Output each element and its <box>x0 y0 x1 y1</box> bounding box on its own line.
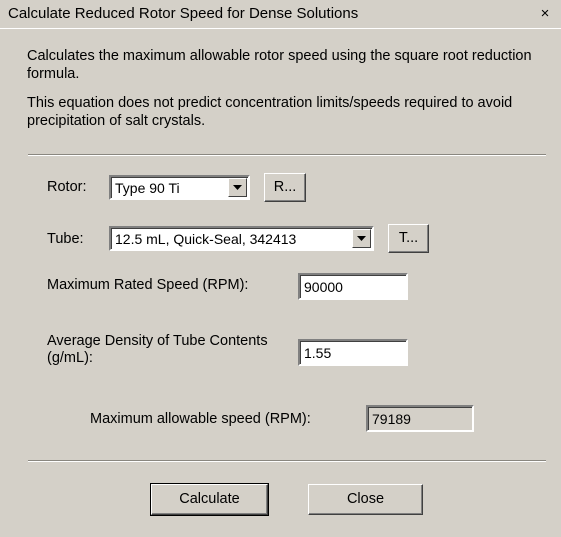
max-allowable-speed-label: Maximum allowable speed (RPM): <box>90 411 311 427</box>
max-rated-speed-label: Maximum Rated Speed (RPM): <box>47 277 249 293</box>
rotor-browse-button[interactable]: R... <box>264 173 306 202</box>
tube-select[interactable]: 12.5 mL, Quick-Seal, 342413 <box>109 226 374 251</box>
separator-top <box>28 154 546 156</box>
tube-browse-button[interactable]: T... <box>388 224 429 253</box>
calculate-button[interactable]: Calculate <box>150 483 269 516</box>
rotor-label: Rotor: <box>47 179 87 195</box>
chevron-down-icon <box>233 185 242 190</box>
max-rated-speed-field[interactable] <box>298 273 408 300</box>
rotor-select[interactable]: Type 90 Ti <box>109 175 250 200</box>
tube-dropdown-button[interactable] <box>352 229 371 248</box>
title-bar: Calculate Reduced Rotor Speed for Dense … <box>0 0 561 29</box>
separator-bottom <box>28 460 546 462</box>
description-line-1: Calculates the maximum allowable rotor s… <box>27 48 532 82</box>
tube-select-value: 12.5 mL, Quick-Seal, 342413 <box>115 231 297 247</box>
close-icon[interactable]: × <box>536 6 554 22</box>
tube-label: Tube: <box>47 231 84 247</box>
avg-density-label: Average Density of Tube Contents (g/mL): <box>47 333 268 366</box>
close-button[interactable]: Close <box>308 484 423 515</box>
rotor-dropdown-button[interactable] <box>228 178 247 197</box>
description-line-2: This equation does not predict concentra… <box>27 95 513 129</box>
rotor-select-value: Type 90 Ti <box>115 180 180 196</box>
avg-density-field[interactable] <box>298 339 408 366</box>
window-title: Calculate Reduced Rotor Speed for Dense … <box>8 5 359 22</box>
max-allowable-speed-field <box>366 405 474 432</box>
chevron-down-icon <box>357 236 366 241</box>
